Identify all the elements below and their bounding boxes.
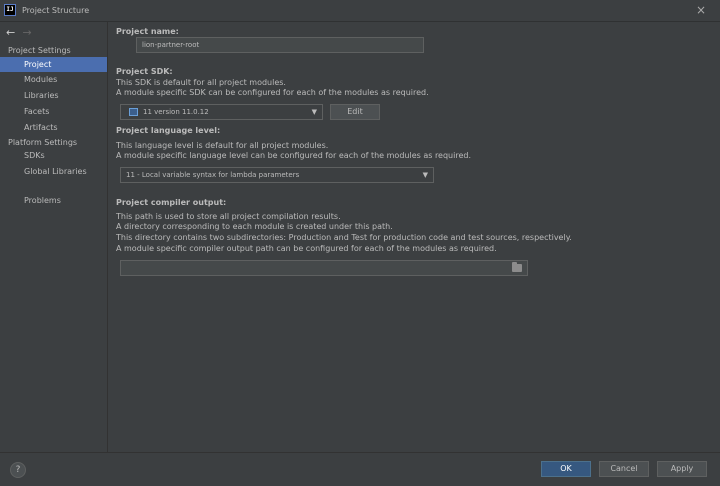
- compiler-output-label: Project compiler output:: [116, 198, 227, 207]
- sidebar-item-sdks[interactable]: SDKs: [0, 148, 107, 163]
- sidebar-item-problems[interactable]: Problems: [0, 193, 107, 208]
- sidebar-item-project[interactable]: Project: [0, 57, 107, 72]
- forward-arrow-icon[interactable]: →: [23, 26, 37, 39]
- project-settings-panel: Project name: lion-partner-root Project …: [108, 22, 720, 452]
- language-level-dropdown[interactable]: 11 - Local variable syntax for lambda pa…: [120, 167, 434, 183]
- browse-folder-icon[interactable]: [512, 262, 522, 272]
- sidebar-item-libraries[interactable]: Libraries: [0, 88, 107, 103]
- language-level-value: 11 - Local variable syntax for lambda pa…: [126, 171, 300, 179]
- edit-sdk-button[interactable]: Edit: [330, 104, 380, 120]
- sdk-description-1: This SDK is default for all project modu…: [116, 78, 286, 87]
- project-name-input[interactable]: lion-partner-root: [136, 37, 424, 53]
- compiler-output-input[interactable]: [120, 260, 528, 276]
- nav-arrows: ← →: [6, 26, 37, 39]
- platform-settings-header: Platform Settings: [8, 138, 78, 147]
- help-icon[interactable]: ?: [10, 462, 26, 478]
- output-description-1: This path is used to store all project c…: [116, 212, 341, 221]
- sdk-value: 11 version 11.0.12: [143, 108, 209, 116]
- chevron-down-icon: ▼: [422, 171, 428, 179]
- output-description-3: This directory contains two subdirectori…: [116, 233, 572, 242]
- ok-button[interactable]: OK: [541, 461, 591, 477]
- cancel-button[interactable]: Cancel: [599, 461, 649, 477]
- project-settings-header: Project Settings: [8, 46, 71, 55]
- output-description-4: A module specific compiler output path c…: [116, 244, 497, 253]
- sidebar-item-global-libraries[interactable]: Global Libraries: [0, 164, 107, 179]
- back-arrow-icon[interactable]: ←: [6, 26, 20, 39]
- sdk-folder-icon: [129, 108, 138, 116]
- language-description-1: This language level is default for all p…: [116, 141, 329, 150]
- sidebar-item-artifacts[interactable]: Artifacts: [0, 120, 107, 135]
- language-description-2: A module specific language level can be …: [116, 151, 471, 160]
- close-icon[interactable]: ×: [694, 3, 708, 17]
- language-level-label: Project language level:: [116, 126, 221, 135]
- project-name-label: Project name:: [116, 27, 179, 36]
- sdk-description-2: A module specific SDK can be configured …: [116, 88, 429, 97]
- project-sdk-label: Project SDK:: [116, 67, 173, 76]
- intellij-app-icon: IJ: [4, 4, 16, 16]
- sidebar: ← → Project Settings Project Modules Lib…: [0, 22, 108, 452]
- sidebar-item-modules[interactable]: Modules: [0, 72, 107, 87]
- title-bar: IJ Project Structure ×: [0, 0, 720, 22]
- apply-button[interactable]: Apply: [657, 461, 707, 477]
- window-title: Project Structure: [22, 6, 90, 15]
- sidebar-item-facets[interactable]: Facets: [0, 104, 107, 119]
- output-description-2: A directory corresponding to each module…: [116, 222, 393, 231]
- chevron-down-icon: ▼: [311, 108, 317, 116]
- dialog-footer: ? OK Cancel Apply: [0, 452, 720, 486]
- project-sdk-dropdown[interactable]: 11 version 11.0.12 ▼: [120, 104, 323, 120]
